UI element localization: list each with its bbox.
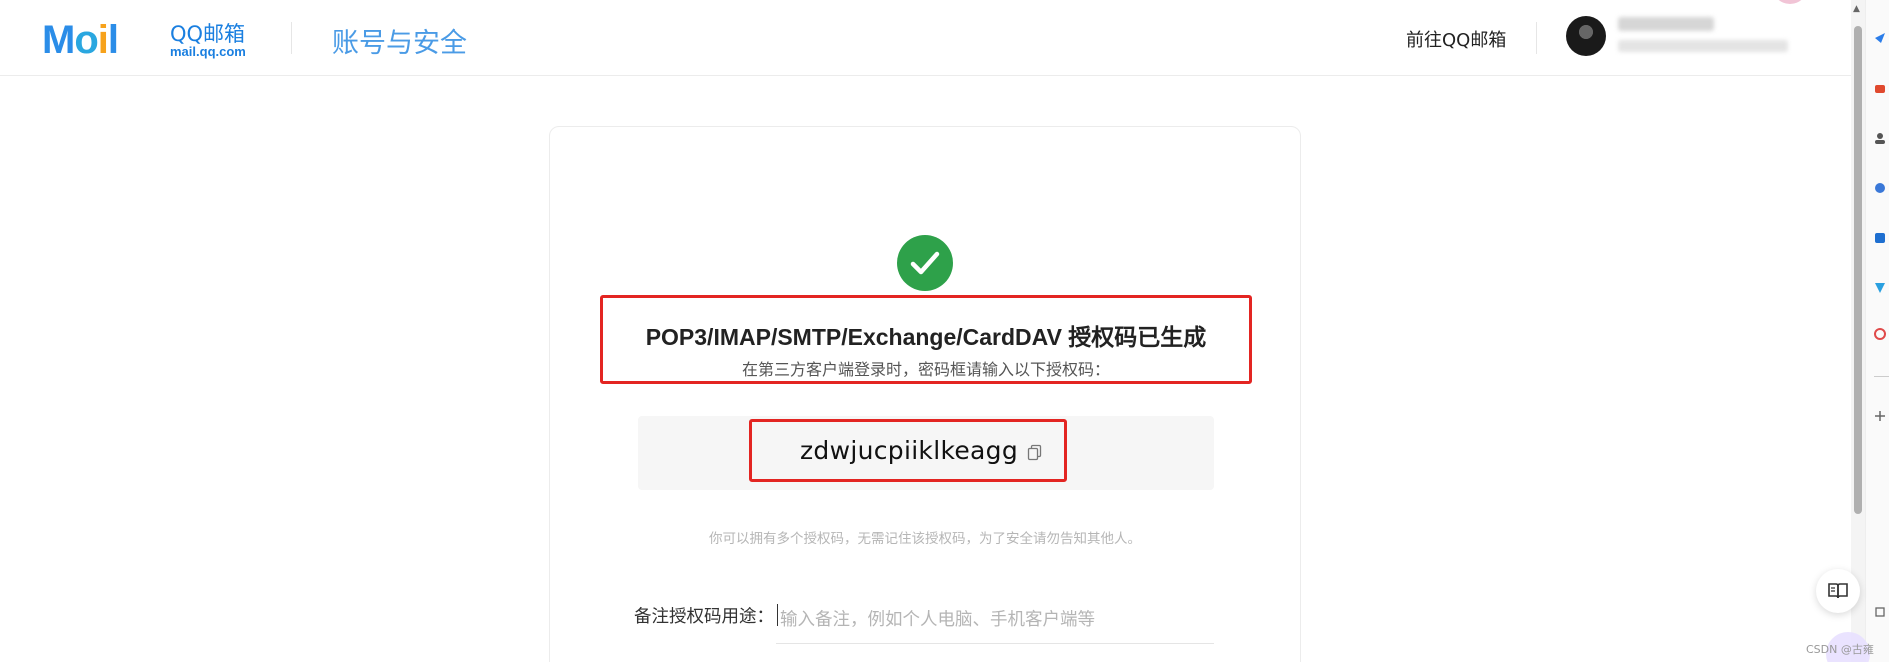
scroll-up-arrow-icon[interactable]: ▲ xyxy=(1853,4,1860,14)
success-title: POP3/IMAP/SMTP/Exchange/CardDAV 授权码已生成 xyxy=(645,324,1207,350)
book-icon xyxy=(1828,583,1848,599)
rail-add-icon[interactable] xyxy=(1873,408,1887,422)
rail-divider xyxy=(1874,376,1889,377)
watermark: CSDN @古雍 xyxy=(1806,643,1874,656)
page: Moil QQ邮箱 mail.qq.com 账号与安全 前往QQ邮箱 POP3/… xyxy=(0,0,1889,662)
remark-input[interactable] xyxy=(776,596,1214,644)
rail-games-icon[interactable] xyxy=(1873,180,1887,194)
rail-settings-icon[interactable] xyxy=(1873,604,1887,618)
auth-code-card xyxy=(549,126,1301,662)
check-circle-icon xyxy=(897,235,953,291)
page-title: 账号与安全 xyxy=(332,28,467,59)
top-header: Moil QQ邮箱 mail.qq.com 账号与安全 前往QQ邮箱 xyxy=(0,0,1851,76)
rail-shopping-icon[interactable] xyxy=(1873,80,1887,94)
user-name-blurred xyxy=(1618,17,1714,31)
rail-outlook-icon[interactable] xyxy=(1873,326,1887,340)
auth-code-note: 你可以拥有多个授权码，无需记住该授权码，为了安全请勿告知其他人。 xyxy=(709,531,1141,547)
reader-mode-button[interactable] xyxy=(1816,569,1860,613)
success-subtitle: 在第三方客户端登录时，密码框请输入以下授权码： xyxy=(741,360,1110,379)
browser-side-rail xyxy=(1865,0,1889,662)
corner-decoration xyxy=(1772,0,1808,4)
qq-mail-logo[interactable]: Moil QQ邮箱 mail.qq.com xyxy=(42,16,252,62)
goto-qq-mail-link[interactable]: 前往QQ邮箱 xyxy=(1406,26,1506,52)
header-divider xyxy=(1536,22,1537,54)
auth-code-value[interactable]: zdwjucpiiklkeagg xyxy=(800,436,1018,465)
rail-tools-icon[interactable] xyxy=(1873,280,1887,294)
logo-wordmark: Moil xyxy=(42,18,119,62)
copy-icon[interactable] xyxy=(1026,443,1044,461)
rail-office-icon[interactable] xyxy=(1873,230,1887,244)
user-email-blurred xyxy=(1618,40,1788,52)
remark-label: 备注授权码用途： xyxy=(634,607,774,627)
scrollbar[interactable]: ▲ xyxy=(1851,0,1865,662)
header-divider xyxy=(291,22,292,54)
scroll-thumb[interactable] xyxy=(1854,26,1862,514)
avatar[interactable] xyxy=(1566,16,1606,56)
rail-people-icon[interactable] xyxy=(1873,130,1887,144)
logo-domain-text: mail.qq.com xyxy=(170,44,246,59)
rail-copilot-icon[interactable] xyxy=(1873,30,1887,44)
text-caret xyxy=(777,604,778,626)
